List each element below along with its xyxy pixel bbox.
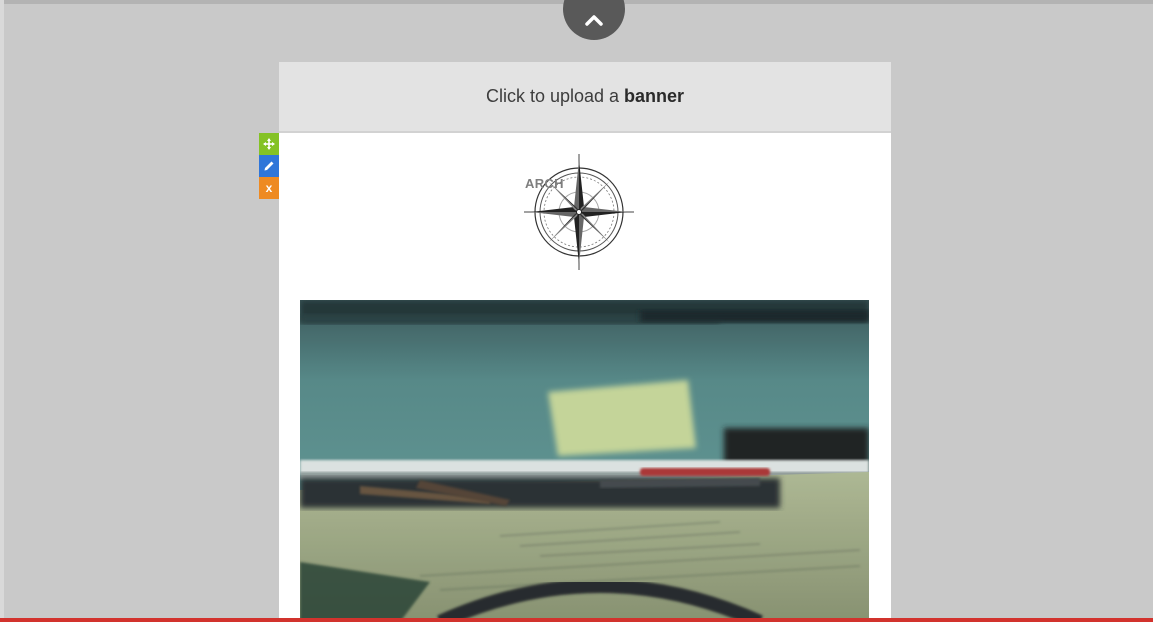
banner-upload-emphasis: banner xyxy=(624,86,685,106)
move-block-button[interactable] xyxy=(259,133,279,155)
editor-canvas: Click to upload a banner ARCH x xyxy=(0,0,1153,622)
chevron-up-icon xyxy=(585,15,603,26)
bottom-accent-line xyxy=(0,618,1153,622)
compass-rose-icon xyxy=(524,154,634,270)
email-template: Click to upload a banner ARCH xyxy=(279,62,891,622)
block-toolbar: x xyxy=(259,133,279,199)
banner-upload-text: Click to upload a xyxy=(485,86,620,106)
hero-photo xyxy=(300,300,869,622)
logo-text: ARCH xyxy=(525,176,564,191)
hero-image[interactable] xyxy=(300,300,869,622)
pencil-icon xyxy=(264,161,274,171)
left-border xyxy=(0,0,4,622)
banner-upload-area[interactable]: Click to upload a banner xyxy=(279,62,891,133)
edit-block-button[interactable] xyxy=(259,155,279,177)
delete-block-button[interactable]: x xyxy=(259,177,279,199)
logo[interactable]: ARCH xyxy=(522,152,637,272)
collapse-toggle-button[interactable] xyxy=(563,0,625,40)
move-icon xyxy=(263,138,275,150)
